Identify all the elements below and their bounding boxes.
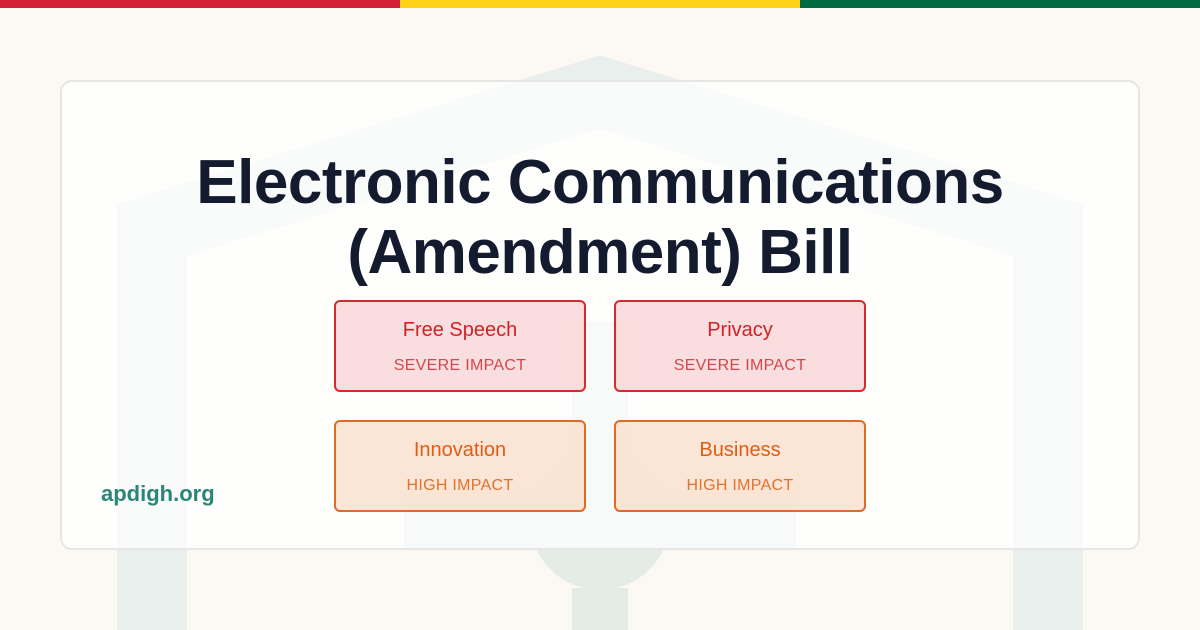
impact-level-badge: SEVERE IMPACT	[393, 357, 527, 374]
share-card-page: Electronic Communications (Amendment) Bi…	[0, 0, 1200, 630]
impact-box-privacy: Privacy SEVERE IMPACT	[614, 300, 866, 392]
impact-level-badge: SEVERE IMPACT	[673, 357, 807, 374]
impact-box-innovation: Innovation HIGH IMPACT	[334, 420, 586, 512]
impact-box-free-speech: Free Speech SEVERE IMPACT	[334, 300, 586, 392]
impact-box-business: Business HIGH IMPACT	[614, 420, 866, 512]
impact-label: Innovation	[413, 439, 507, 461]
bill-title-line-2: (Amendment) Bill	[347, 218, 853, 287]
bill-summary-card: Electronic Communications (Amendment) Bi…	[60, 80, 1140, 550]
bill-title-line-1: Electronic Communications	[196, 148, 1004, 217]
bill-title: Electronic Communications (Amendment) Bi…	[62, 148, 1138, 288]
impact-label: Business	[699, 439, 781, 461]
impact-level-badge: HIGH IMPACT	[686, 477, 794, 494]
impact-level-badge: HIGH IMPACT	[406, 477, 514, 494]
impact-label: Privacy	[707, 319, 773, 341]
impact-label: Free Speech	[402, 319, 518, 341]
site-link[interactable]: apdigh.org	[101, 480, 215, 508]
